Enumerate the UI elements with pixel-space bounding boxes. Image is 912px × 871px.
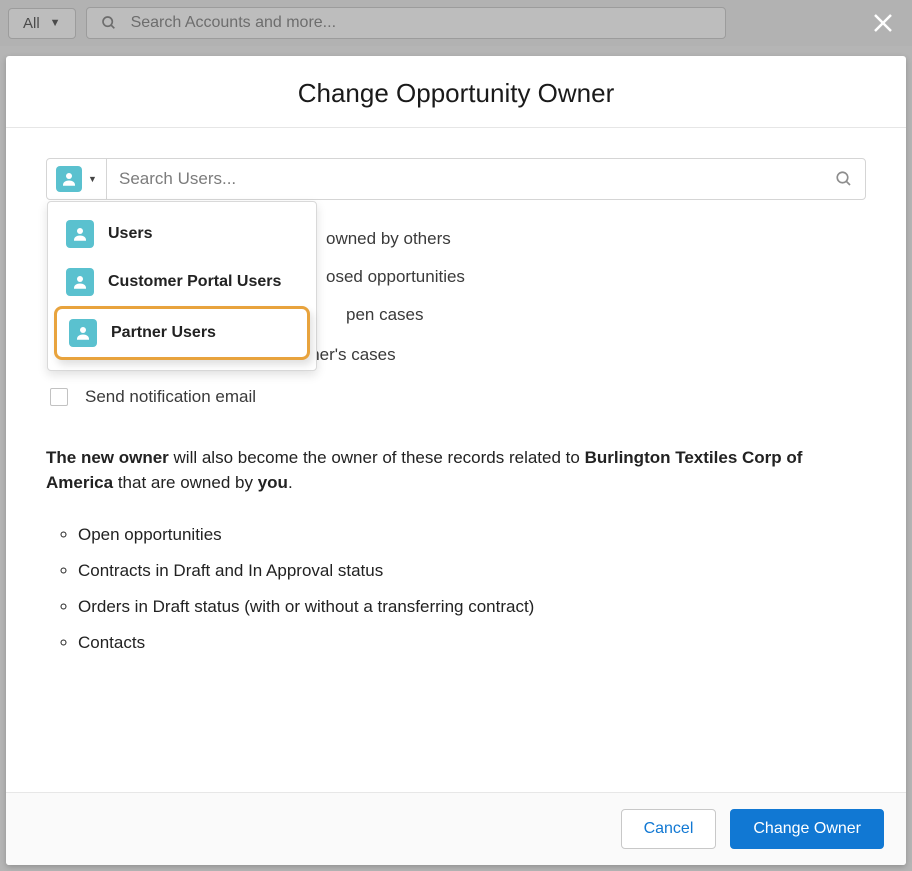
change-owner-modal: Change Opportunity Owner ▼ Users: [6, 56, 906, 865]
info-mid: will also become the owner of these reco…: [169, 448, 585, 467]
owner-search-input[interactable]: [107, 159, 823, 199]
lookup-type-dropdown: Users Customer Portal Users Partner User…: [47, 201, 317, 371]
filter-label: All: [23, 15, 40, 32]
user-icon: [66, 220, 94, 248]
dropdown-item-label: Customer Portal Users: [108, 273, 281, 291]
dropdown-item-partner-users[interactable]: Partner Users: [54, 306, 310, 360]
related-records-list: Open opportunities Contracts in Draft an…: [56, 517, 866, 661]
list-item: Open opportunities: [78, 517, 866, 553]
dropdown-item-customer-portal-users[interactable]: Customer Portal Users: [48, 258, 316, 306]
chevron-down-icon: ▼: [50, 17, 61, 29]
list-item: Orders in Draft status (with or without …: [78, 589, 866, 625]
dropdown-item-label: Partner Users: [111, 324, 216, 342]
checkbox-label: Send notification email: [85, 387, 256, 407]
filter-pill: All ▼: [8, 8, 76, 39]
global-search-placeholder: Search Accounts and more...: [131, 14, 336, 32]
owner-lookup: ▼ Users Customer Portal Users: [46, 158, 866, 200]
checkbox-label: owned by others: [326, 229, 451, 249]
list-item: Contacts: [78, 625, 866, 661]
list-item: Contracts in Draft and In Approval statu…: [78, 553, 866, 589]
checkbox-label: osed opportunities: [326, 267, 465, 287]
search-icon[interactable]: [823, 159, 865, 199]
info-lead: The new owner: [46, 448, 169, 467]
info-you: you: [258, 473, 288, 492]
user-icon: [66, 268, 94, 296]
dropdown-item-label: Users: [108, 225, 152, 243]
chevron-down-icon: ▼: [88, 174, 97, 184]
user-icon: [69, 319, 97, 347]
dropdown-item-users[interactable]: Users: [48, 210, 316, 258]
info-tail1: that are owned by: [113, 473, 258, 492]
lookup-type-button[interactable]: ▼: [47, 159, 107, 199]
global-search: Search Accounts and more...: [86, 7, 726, 39]
modal-title: Change Opportunity Owner: [22, 78, 890, 109]
modal-footer: Cancel Change Owner: [6, 792, 906, 865]
modal-body: ▼ Users Customer Portal Users: [6, 128, 906, 792]
info-tail2: .: [288, 473, 293, 492]
close-icon[interactable]: [868, 8, 898, 38]
user-icon: [56, 166, 82, 192]
search-icon: [101, 15, 117, 31]
info-paragraph: The new owner will also become the owner…: [46, 446, 866, 495]
change-owner-button[interactable]: Change Owner: [730, 809, 884, 849]
modal-header: Change Opportunity Owner: [6, 56, 906, 128]
cancel-button[interactable]: Cancel: [621, 809, 717, 849]
background-header: All ▼ Search Accounts and more...: [0, 0, 912, 46]
checkbox-label: pen cases: [346, 305, 424, 325]
checkbox-send-notification[interactable]: [50, 388, 68, 406]
checkbox-row: Send notification email: [46, 376, 866, 418]
